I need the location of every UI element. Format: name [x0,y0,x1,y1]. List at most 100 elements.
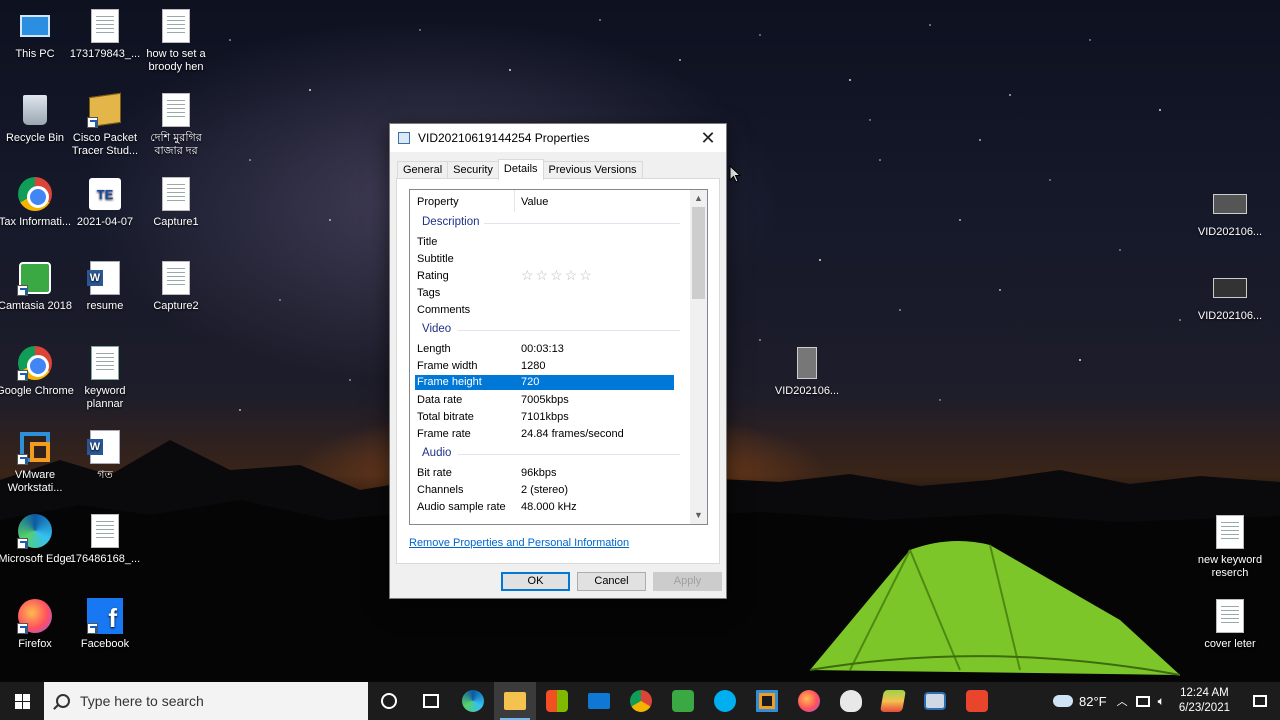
firefox-icon [798,690,820,712]
desktop-icon-resume[interactable]: resume [65,260,145,313]
desktop-icon-label: গত [97,469,113,481]
desktop-icon-bazar-dor[interactable]: দেশি মুরগির বাজার দর [136,92,216,158]
taskbar-remote-desktop[interactable] [914,682,956,720]
desktop-icon-camtasia[interactable]: Camtasia 2018 [0,260,75,313]
scroll-down-icon[interactable]: ▼ [690,507,707,524]
desktop-icon-vmware[interactable]: VMware Workstati... [0,429,75,495]
desktop-icon-video-3[interactable]: VID202106... [767,345,847,398]
action-center-button[interactable] [1240,682,1280,720]
taskbar-file-explorer[interactable] [494,682,536,720]
show-hidden-icons-chevron-icon[interactable]: ︿ [1117,693,1128,709]
tab-previous-versions[interactable]: Previous Versions [542,161,643,179]
vertical-scrollbar[interactable]: ▲ ▼ [690,190,707,524]
property-row-tags[interactable]: Tags [415,286,674,301]
desktop-icon-facebook[interactable]: f Facebook [65,598,145,651]
video-file-icon [1212,186,1248,222]
clock-date: 6/23/2021 [1178,702,1230,714]
desktop-icon-cover-leter[interactable]: cover leter [1190,598,1270,651]
taskbar-mail[interactable] [578,682,620,720]
taskbar-edge[interactable] [452,682,494,720]
desktop-icon-pdf-file[interactable]: 176486168_... [65,513,145,566]
desktop-icon-image-file[interactable]: 173179843_... [65,8,145,61]
taskbar-paint[interactable] [830,682,872,720]
property-row-title[interactable]: Title [415,235,674,250]
volume-icon[interactable]: 🔈︎ [1158,694,1165,709]
cancel-button[interactable]: Cancel [577,572,646,591]
desktop-icon-label: Recycle Bin [5,132,65,144]
property-row-total-bitrate[interactable]: Total bitrate 7101kbps [415,410,674,425]
property-row-rating[interactable]: Rating ☆☆☆☆☆ [415,267,674,284]
scrollbar-thumb[interactable] [692,207,705,299]
property-row-data-rate[interactable]: Data rate 7005kbps [415,393,674,408]
rating-stars-icon[interactable]: ☆☆☆☆☆ [521,267,594,284]
property-row-comments[interactable]: Comments [415,303,674,318]
start-button[interactable] [0,682,44,720]
desktop-icon-video-2[interactable]: VID202106... [1190,270,1270,323]
column-header-property[interactable]: Property [417,196,459,208]
desktop-icon-microsoft-edge[interactable]: Microsoft Edge [0,513,75,566]
tab-general[interactable]: General [397,161,449,179]
desktop-icon-video-1[interactable]: VID202106... [1190,186,1270,239]
bluestacks-icon [880,690,906,712]
clock-time: 12:24 AM [1180,687,1229,699]
scroll-up-icon[interactable]: ▲ [690,190,707,207]
taskbar-firefox[interactable] [788,682,830,720]
property-row-subtitle[interactable]: Subtitle [415,252,674,267]
chrome-icon [17,345,53,381]
video-file-icon [398,132,410,144]
clock[interactable]: 12:24 AM 6/23/2021 [1179,686,1230,716]
apply-button[interactable]: Apply [653,572,722,591]
desktop-icon-recycle-bin[interactable]: Recycle Bin [0,92,75,145]
folder-icon [504,692,526,710]
desktop-icon-capture2[interactable]: Capture2 [136,260,216,313]
desktop-icon-label: 173179843_... [69,48,141,60]
desktop-icon-label: cover leter [1204,638,1256,650]
dialog-titlebar[interactable]: VID20210619144254 Properties ✕ [390,124,726,152]
property-row-frame-height[interactable]: Frame height 720 [415,375,674,390]
taskbar-vmware[interactable] [746,682,788,720]
property-row-frame-width[interactable]: Frame width 1280 [415,359,674,374]
camtasia-icon [17,260,53,296]
desktop-icon-capture1[interactable]: Capture1 [136,176,216,229]
desktop-icon-broody-hen[interactable]: how to set a broody hen [136,8,216,74]
task-view-button[interactable] [410,682,452,720]
desktop-icon-keyword-plannar[interactable]: keyword plannar [65,345,145,411]
taskbar-store[interactable] [536,682,578,720]
property-row-audio-sample-rate[interactable]: Audio sample rate 48.000 kHz [415,500,674,515]
weather-cloud-icon[interactable] [1053,695,1074,707]
property-row-bit-rate[interactable]: Bit rate 96kbps [415,466,674,481]
tab-details[interactable]: Details [497,159,544,180]
edge-icon [17,513,53,549]
desktop-icon-label: Facebook [80,638,130,650]
desktop-icon-label: Google Chrome [0,385,74,397]
desktop-icon-tax-information[interactable]: Tax Informati... [0,176,75,229]
desktop-icon-google-chrome[interactable]: Google Chrome [0,345,75,398]
desktop-icon-this-pc[interactable]: This PC [0,8,75,61]
column-header-value[interactable]: Value [521,196,548,208]
desktop-icon-firefox[interactable]: Firefox [0,598,75,651]
tab-security[interactable]: Security [447,161,499,179]
cortana-button[interactable] [368,682,410,720]
mail-icon [588,693,610,709]
desktop-icon-2021-04-07[interactable]: TE 2021-04-07 [65,176,145,229]
taskbar-skype[interactable] [704,682,746,720]
desktop-icon-new-keyword-reserch[interactable]: new keyword reserch [1190,514,1270,580]
property-row-length[interactable]: Length 00:03:13 [415,342,674,357]
weather-temperature[interactable]: 82°F [1079,694,1107,709]
property-row-frame-rate[interactable]: Frame rate 24.84 frames/second [415,427,674,442]
skype-icon [714,690,736,712]
taskbar-camtasia[interactable] [662,682,704,720]
image-file-icon [158,260,194,296]
close-icon[interactable]: ✕ [690,124,726,152]
properties-list[interactable]: Property Value Description Title Subtitl… [409,189,708,525]
ok-button[interactable]: OK [501,572,570,591]
taskbar-search-box[interactable]: Type here to search [44,682,368,720]
desktop-icon-cisco[interactable]: Cisco Packet Tracer Stud... [65,92,145,158]
taskbar-bluestacks[interactable] [872,682,914,720]
property-row-channels[interactable]: Channels 2 (stereo) [415,483,674,498]
desktop-icon-got[interactable]: গত [65,429,145,482]
network-icon[interactable] [1135,695,1150,707]
remove-properties-link[interactable]: Remove Properties and Personal Informati… [409,537,629,549]
taskbar-chrome[interactable] [620,682,662,720]
taskbar-camtasia-recorder[interactable] [956,682,998,720]
